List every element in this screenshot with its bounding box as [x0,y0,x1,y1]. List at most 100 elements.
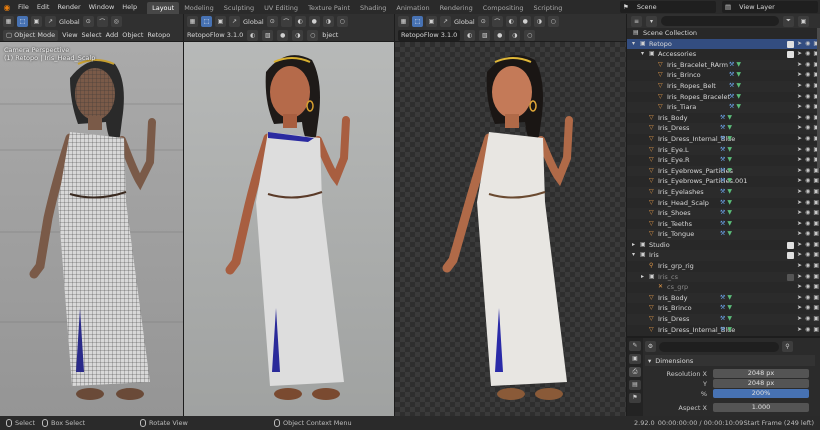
outliner-row[interactable]: ▽ Iris_Head_Scalp ⚒ ▼ ➤ ◉ ▣ [627,198,820,209]
transform-orientation-icon[interactable]: ↗ [229,16,240,27]
material-icon[interactable]: ▼ [727,146,732,153]
eye-icon[interactable]: ◉ [805,229,810,240]
transform-orientation[interactable]: Global [59,18,80,26]
outliner-row[interactable]: ▽ Iris_Body ⚒ ▼ ➤◉▣ [627,292,820,304]
expand-down-icon[interactable]: ▾ [632,250,635,261]
material-icon[interactable]: ▼ [736,61,741,68]
shading-solid-icon[interactable]: ● [494,29,506,41]
eye-icon[interactable]: ◉ [805,282,810,293]
modifier-icon[interactable]: ⚒ [720,167,725,174]
snap-icon[interactable]: ⌒ [280,16,292,27]
output-tab-icon[interactable]: ⎙ [629,367,641,377]
eye-icon[interactable]: ◉ [805,250,810,261]
camera-icon[interactable]: ▣ [813,325,819,336]
selectable-icon[interactable]: ➤ [797,272,802,283]
eye-icon[interactable]: ◉ [805,81,810,92]
camera-icon[interactable]: ▣ [813,208,819,219]
tab-sculpting[interactable]: Sculpting [219,2,259,14]
selectable-icon[interactable]: ➤ [797,60,802,71]
outliner-row[interactable]: ▽ Iris_Eyebrows_Particles ⚒ ▼ ➤ ◉ ▣ [627,165,820,177]
shading-solid-icon[interactable]: ● [277,29,289,41]
modifier-icon[interactable]: ⚒ [720,199,725,206]
modifier-icon[interactable]: ⚒ [729,82,734,89]
selectable-icon[interactable]: ➤ [797,293,802,304]
shading-material-icon[interactable]: ◑ [533,16,545,27]
outliner-row[interactable]: ▽ Iris_Ropes_Bracelet⚒ ▼ ➤◉▣ [627,92,820,103]
outliner-row[interactable]: ▽ Iris_Eye.L ⚒ ▼ ➤◉▣ [627,144,820,156]
pivot-icon[interactable]: ⊙ [477,16,489,27]
render-tab-icon[interactable]: ▣ [629,354,641,364]
expand-right-icon[interactable]: ▸ [632,240,635,251]
outliner-row[interactable]: ▾ ▣Accessories ➤◉▣ [627,49,820,60]
selectable-icon[interactable]: ➤ [797,145,802,156]
selectable-icon[interactable]: ➤ [797,134,802,145]
outliner-row[interactable]: ▾ ▣ Iris ➤ ◉ ▣ [627,250,820,262]
selectable-icon[interactable]: ➤ [797,198,802,209]
eye-icon[interactable]: ◉ [805,272,810,283]
camera-icon[interactable]: ▣ [813,303,819,314]
selectable-icon[interactable]: ➤ [797,39,802,50]
outliner-row[interactable]: ▽ Iris_Shoes ⚒ ▼ ➤ ◉ ▣ [627,208,820,219]
shading-solid-icon[interactable]: ● [519,16,531,27]
shading-solid-icon[interactable]: ● [308,16,320,27]
eye-icon[interactable]: ◉ [805,325,810,336]
retopoflow-label[interactable]: RetopoFlow 3.1.0 [187,31,243,39]
eye-icon[interactable]: ◉ [805,145,810,156]
menu-select[interactable]: Select [82,31,102,39]
snap-icon[interactable]: ⌒ [491,16,503,27]
exclude-checkbox[interactable] [787,252,795,260]
camera-icon[interactable]: ▣ [813,282,819,293]
view-layer-selector[interactable]: ▤ View Layer [722,1,818,13]
menu-object[interactable]: Object [122,31,143,39]
selectable-icon[interactable]: ➤ [797,282,802,293]
selectable-icon[interactable]: ➤ [797,113,802,124]
tab-animation[interactable]: Animation [391,2,434,14]
outliner-row[interactable]: ▽ Iris_Body ⚒ ▼ ➤◉▣ [627,113,820,124]
modifier-icon[interactable]: ⚒ [720,124,725,131]
tool-tab-icon[interactable]: ✎ [629,341,641,351]
modifier-icon[interactable]: ⚒ [720,315,725,322]
shading-render-icon[interactable]: ○ [336,16,348,27]
object-mode-selector[interactable]: ▢ Object Mode [3,29,59,41]
eye-icon[interactable]: ◉ [805,70,810,81]
eye-icon[interactable]: ◉ [805,293,810,304]
menu-window[interactable]: Window [85,0,119,14]
shading-material-icon[interactable]: ◑ [322,16,334,27]
material-icon[interactable]: ▼ [727,294,732,301]
camera-icon[interactable]: ▣ [813,272,819,283]
selectable-icon[interactable]: ➤ [797,123,802,134]
eye-icon[interactable]: ◉ [805,102,810,113]
eye-icon[interactable]: ◉ [805,92,810,103]
select-mode-icon[interactable]: ▣ [31,16,42,27]
modifier-icon[interactable]: ⚒ [720,230,725,237]
snap-icon[interactable]: ⌒ [96,16,108,27]
area-divider[interactable] [183,14,184,416]
outliner-row[interactable]: ▽ Iris_Ropes_Belt ⚒ ▼ ➤◉▣ [627,80,820,92]
tab-uv-editing[interactable]: UV Editing [259,2,303,14]
material-icon[interactable]: ▼ [727,135,732,142]
eye-icon[interactable]: ◉ [805,219,810,230]
pivot-icon[interactable]: ⊙ [82,16,94,27]
outliner-row[interactable]: ▽ Iris_Dress ⚒ ▼ ➤◉▣ [627,314,820,325]
camera-icon[interactable]: ▣ [813,198,819,209]
select-mode-icon[interactable]: ▣ [426,16,437,27]
modifier-icon[interactable]: ⚒ [729,61,734,68]
viewport-rendered[interactable] [395,42,626,416]
outliner-row[interactable]: ▽ Iris_Brinco ⚒ ▼ ➤◉▣ [627,70,820,81]
menu-help[interactable]: Help [118,0,141,14]
material-icon[interactable]: ▼ [727,304,732,311]
properties-editor-icon[interactable]: ⚙ [645,341,656,352]
material-icon[interactable]: ▼ [727,188,732,195]
properties-search-input[interactable] [659,341,779,352]
selectable-icon[interactable]: ➤ [797,70,802,81]
eye-icon[interactable]: ◉ [805,303,810,314]
overlay-icon[interactable]: ◐ [464,29,476,41]
camera-icon[interactable]: ▣ [813,261,819,272]
material-icon[interactable]: ▼ [727,315,732,322]
tab-rendering[interactable]: Rendering [435,2,478,14]
modifier-icon[interactable]: ⚒ [720,209,725,216]
resolution-percent-slider[interactable]: 200% [713,389,809,398]
camera-icon[interactable]: ▣ [813,176,819,187]
selectable-icon[interactable]: ➤ [797,325,802,336]
menu-object-partial[interactable]: bject [322,31,338,39]
